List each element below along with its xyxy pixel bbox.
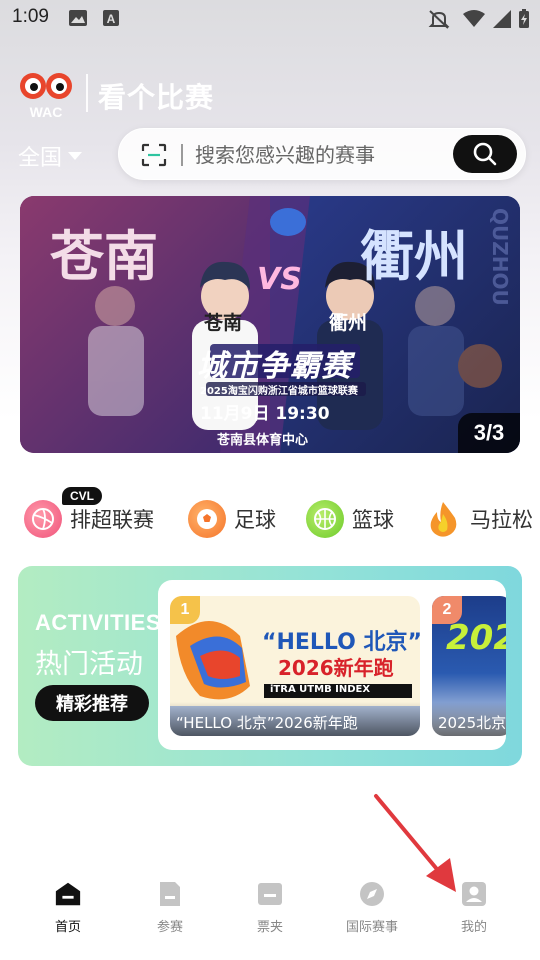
activity-card[interactable]: “HELLO 北京” 2026新年跑 iTRA UTMB INDEX 1 “HE… [170, 596, 420, 736]
activity-card[interactable]: 2025 冬 2 2025北京 [432, 596, 506, 736]
mute-icon [428, 10, 450, 29]
marathon-flame-icon [424, 500, 462, 538]
tab-label: 首页 [54, 920, 81, 935]
category-volleyball[interactable]: 排超联赛 [24, 500, 154, 538]
recommended-button[interactable]: 精彩推荐 [35, 685, 149, 721]
search-separator [181, 144, 183, 166]
category-strip: 排超联赛 CVL 足球 篮球 马拉松 [0, 486, 540, 556]
app-header: WAC 看个比赛 [0, 60, 540, 130]
app-title: 看个比赛 [98, 81, 215, 114]
activity-title: 2025北京 [432, 702, 506, 736]
region-selector[interactable]: 全国 [18, 140, 83, 172]
tab-tickets[interactable]: 票夹 [220, 880, 320, 935]
scan-icon[interactable] [141, 143, 167, 167]
tab-label: 票夹 [256, 920, 283, 935]
tab-home[interactable]: 首页 [18, 880, 118, 935]
search-input[interactable] [195, 139, 445, 171]
battery-icon [519, 9, 529, 28]
text-notification-icon: A [103, 10, 119, 26]
rank-badge: 1 [170, 596, 200, 624]
status-bar: 1:09 A [0, 0, 540, 36]
svg-text:WAC: WAC [30, 104, 63, 120]
banner-page-counter: 3/3 [458, 413, 520, 453]
rank-badge: 2 [432, 596, 462, 624]
volleyball-icon [24, 500, 62, 538]
signal-icon [493, 10, 511, 28]
cvl-badge: CVL [62, 487, 102, 505]
activities-section: ACTIVITIES 热门活动 精彩推荐 “HELLO 北京” 2026新年跑 … [18, 566, 522, 766]
banner-jersey-left: 苍南 [204, 312, 243, 334]
ticket-folder-icon [256, 880, 284, 908]
search-button[interactable] [453, 135, 517, 173]
banner-side-text: QUZHOU [488, 208, 512, 306]
image-notification-icon [69, 10, 87, 26]
red-pointer-arrow-icon [374, 794, 456, 892]
basketball-icon [306, 500, 344, 538]
home-icon [54, 880, 82, 908]
banner-event-subtitle: 2025淘宝闪购浙江省城市篮球联赛 [200, 386, 358, 397]
category-marathon[interactable]: 马拉松 [424, 500, 533, 538]
poster-subline: 2026新年跑 [278, 656, 394, 680]
banner-venue: 苍南县体育中心 [217, 433, 309, 448]
wifi-icon [463, 10, 485, 27]
tab-international[interactable]: 国际赛事 [322, 880, 422, 935]
banner-vs: VS [257, 262, 302, 297]
document-icon [156, 880, 184, 908]
tab-label: 参赛 [156, 920, 183, 935]
banner-jersey-right: 衢州 [329, 312, 368, 334]
compass-icon [358, 880, 386, 908]
search-icon [473, 142, 497, 166]
category-soccer[interactable]: 足球 [188, 500, 276, 538]
tab-profile[interactable]: 我的 [424, 880, 524, 935]
category-label: 马拉松 [470, 508, 533, 532]
profile-icon [460, 880, 488, 908]
category-basketball[interactable]: 篮球 [306, 500, 394, 538]
caret-down-icon [68, 152, 83, 160]
banner-team-right: 衢州 [360, 224, 468, 288]
category-label: 足球 [234, 508, 276, 532]
category-label: 篮球 [352, 508, 394, 532]
activities-heading-cn: 热门活动 [35, 649, 143, 680]
activities-card-list: “HELLO 北京” 2026新年跑 iTRA UTMB INDEX 1 “HE… [158, 580, 506, 750]
status-time: 1:09 [12, 6, 49, 27]
bottom-tab-bar: 首页 参赛 票夹 国际赛事 我的 [0, 880, 540, 950]
category-label: 排超联赛 [70, 508, 154, 532]
activities-heading-en: ACTIVITIES [35, 610, 162, 635]
logo-divider [86, 74, 88, 112]
banner-carousel[interactable]: 苍南 衢州 VS 苍南 衢州 城市争霸赛 2025淘宝闪购浙江省城市篮球联赛 1… [20, 196, 520, 453]
banner-event-title: 城市争霸赛 [197, 349, 352, 384]
tab-label: 国际赛事 [345, 920, 398, 935]
tab-participate[interactable]: 参赛 [120, 880, 220, 935]
region-label: 全国 [18, 146, 63, 171]
banner-datetime: 11月9日 19:30 [200, 404, 330, 424]
wac-logo-icon[interactable]: WAC [18, 70, 74, 120]
search-bar[interactable] [118, 128, 526, 180]
svg-text:A: A [107, 12, 116, 26]
soccer-icon [188, 500, 226, 538]
banner-team-left: 苍南 [50, 224, 158, 288]
activity-title: “HELLO 北京”2026新年跑 [170, 702, 420, 736]
tab-label: 我的 [460, 920, 487, 935]
poster-logos: iTRA UTMB INDEX [270, 684, 371, 695]
